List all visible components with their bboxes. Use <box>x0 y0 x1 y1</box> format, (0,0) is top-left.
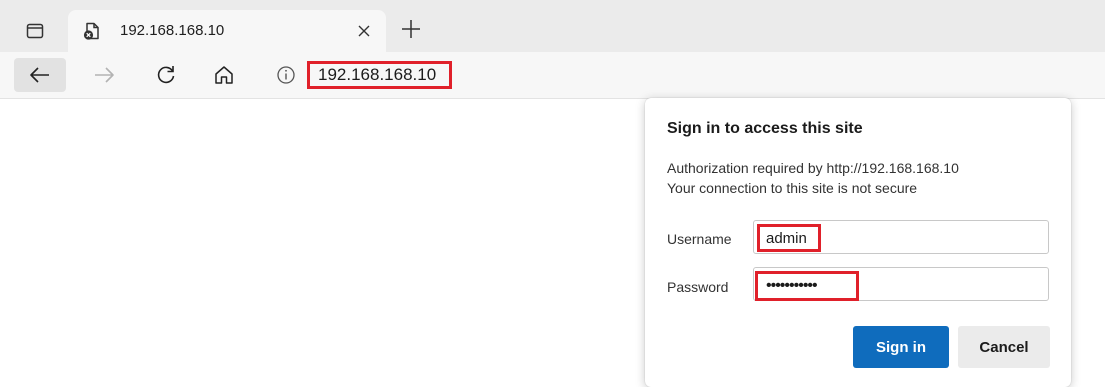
username-field[interactable]: admin <box>753 220 1049 254</box>
password-field[interactable]: ••••••••••• <box>753 267 1049 301</box>
insecure-page-icon <box>83 22 99 40</box>
dialog-title: Sign in to access this site <box>667 120 863 137</box>
forward-arrow-icon <box>95 67 114 83</box>
active-tab[interactable]: 192.168.168.10 <box>68 10 386 52</box>
forward-button[interactable] <box>88 60 120 90</box>
dialog-description: Authorization required by http://192.168… <box>667 158 959 198</box>
username-label: Username <box>667 231 732 247</box>
home-button[interactable] <box>208 60 240 90</box>
url-text[interactable]: 192.168.168.10 <box>307 61 452 89</box>
tab-actions-icon <box>26 23 44 39</box>
back-arrow-icon <box>30 67 49 83</box>
plus-icon[interactable] <box>400 18 422 40</box>
tab-actions-button[interactable] <box>22 18 48 44</box>
tab-title: 192.168.168.10 <box>120 22 225 39</box>
password-label: Password <box>667 279 729 295</box>
address-bar[interactable]: 192.168.168.10 <box>264 58 1084 92</box>
cancel-button[interactable]: Cancel <box>958 326 1050 368</box>
browser-toolbar: 192.168.168.10 <box>0 52 1105 99</box>
info-icon[interactable] <box>276 65 296 85</box>
reload-button[interactable] <box>150 60 182 90</box>
close-icon[interactable] <box>354 21 374 41</box>
reload-icon <box>157 66 175 84</box>
sign-in-button[interactable]: Sign in <box>853 326 949 368</box>
back-button[interactable] <box>14 58 66 92</box>
connection-warning-text: Your connection to this site is not secu… <box>667 180 918 196</box>
auth-required-text: Authorization required by http://192.168… <box>667 160 959 176</box>
password-value: ••••••••••• <box>755 271 859 301</box>
username-value: admin <box>757 224 821 252</box>
sign-in-dialog: Sign in to access this site Authorizatio… <box>645 98 1071 387</box>
home-icon <box>215 66 233 84</box>
tab-strip: 192.168.168.10 <box>0 0 1105 52</box>
